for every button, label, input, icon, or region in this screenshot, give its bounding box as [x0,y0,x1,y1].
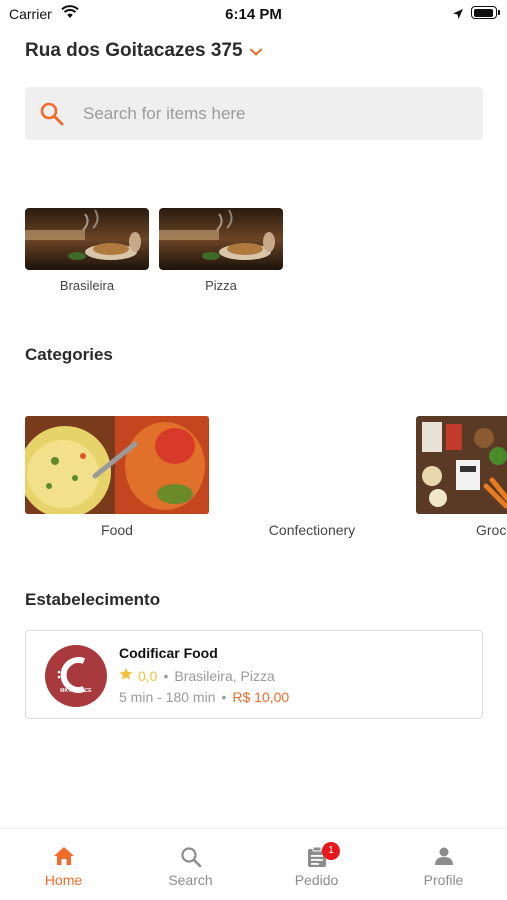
order-count-badge: 1 [322,842,340,860]
cuisine-image [159,208,283,270]
cuisine-label: Pizza [205,278,237,293]
store-name: Codificar Food [119,645,218,661]
delivery-time: 5 min - 180 min [119,689,216,705]
cuisine-tile-pizza[interactable]: Pizza [159,208,283,293]
separator-dot: • [163,667,169,684]
category-tile-food[interactable]: Food [25,416,209,538]
store-rating-row: 0,0 • Brasileira, Pizza [119,667,275,684]
tab-label: Home [44,872,83,888]
cuisine-image [25,208,149,270]
profile-icon [434,846,454,871]
category-label: Food [101,522,133,538]
cuisine-label: Brasileira [59,278,115,293]
stores-heading: Estabelecimento [25,590,161,609]
search-icon [180,846,202,873]
search-icon [39,101,65,132]
clock: 6:14 PM [225,6,282,23]
chevron-down-icon [249,43,262,61]
star-icon [119,667,133,684]
tab-search[interactable]: Search [127,829,254,900]
status-bar: Carrier 6:14 PM [0,0,507,28]
categories-heading: Categories [25,345,113,364]
category-label: Groc [476,522,507,538]
store-delivery-row: 5 min - 180 min • R$ 10,00 [119,689,289,705]
store-logo-text: MKT PLACE [60,688,92,694]
tab-home[interactable]: Home [0,829,127,900]
tab-label: Pedido [294,872,339,888]
category-tile-confectionery[interactable]: Confectionery [220,416,404,538]
battery-icon [471,6,500,19]
home-icon [53,846,75,871]
category-label: Confectionery [268,522,356,538]
category-image [25,416,209,514]
delivery-fee: R$ 10,00 [232,689,290,705]
tab-pedido[interactable]: Pedido [253,829,380,900]
category-tile-groceries[interactable]: Groc [416,416,507,538]
store-rating: 0,0 [138,667,158,684]
address-label: Rua dos Goitacazes 375 [25,40,243,61]
location-arrow-icon [452,7,464,25]
category-image [220,416,404,514]
store-logo: MKT PLACE [45,645,107,707]
separator-dot: • [221,689,227,705]
search-input[interactable] [83,101,463,127]
address-selector[interactable]: Rua dos Goitacazes 375 [25,40,262,62]
store-card[interactable]: MKT PLACE Codificar Food 0,0 • Brasileir… [25,630,483,719]
cuisine-tile-brasileira[interactable]: Brasileira [25,208,149,293]
tab-label: Profile [423,872,464,888]
store-tags: Brasileira, Pizza [174,667,275,684]
tab-label: Search [168,872,213,888]
search-bar[interactable] [25,87,483,140]
tab-bar: Home Search Pedido 1 Profile [0,828,507,900]
tab-profile[interactable]: Profile [380,829,507,900]
category-image [416,416,507,514]
